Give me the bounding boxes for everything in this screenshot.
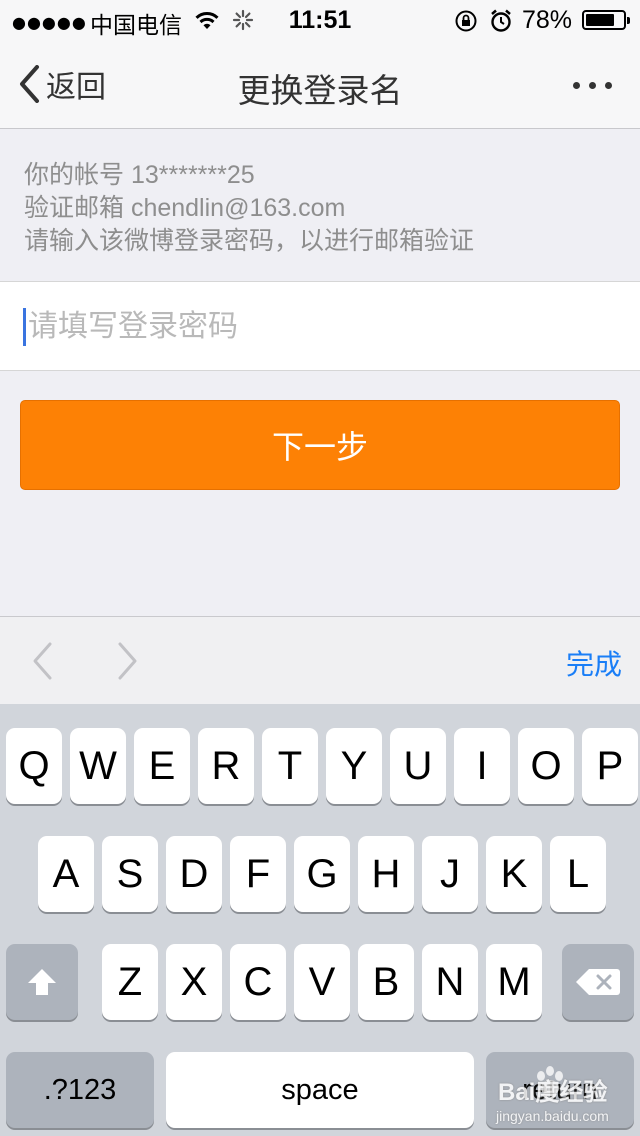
more-options-button[interactable] bbox=[560, 70, 624, 100]
key-l[interactable]: L bbox=[550, 836, 606, 912]
page-title: 更换登录名 bbox=[237, 71, 403, 110]
password-input[interactable] bbox=[24, 282, 618, 370]
key-w[interactable]: W bbox=[70, 728, 126, 804]
key-o[interactable]: O bbox=[518, 728, 574, 804]
key-n[interactable]: N bbox=[422, 944, 478, 1020]
key-t[interactable]: T bbox=[262, 728, 318, 804]
next-step-button[interactable]: 下一步 bbox=[20, 400, 620, 490]
chevron-right-icon[interactable] bbox=[116, 641, 140, 681]
ellipsis-icon bbox=[572, 81, 580, 89]
key-x[interactable]: X bbox=[166, 944, 222, 1020]
account-number-text: 你的帐号 13*******25 bbox=[24, 161, 255, 189]
keyboard-accessory-bar: 完成 bbox=[0, 616, 640, 705]
delete-key[interactable] bbox=[562, 944, 634, 1020]
text-cursor bbox=[23, 308, 26, 346]
key-k[interactable]: K bbox=[486, 836, 542, 912]
chevron-left-icon[interactable] bbox=[30, 641, 54, 681]
alarm-icon bbox=[491, 9, 511, 32]
battery-level-fill bbox=[586, 14, 614, 26]
verification-email-text: 验证邮箱 chendlin@163.com bbox=[24, 194, 346, 222]
shift-key[interactable] bbox=[6, 944, 78, 1020]
key-c[interactable]: C bbox=[230, 944, 286, 1020]
key-s[interactable]: S bbox=[102, 836, 158, 912]
key-b[interactable]: B bbox=[358, 944, 414, 1020]
key-f[interactable]: F bbox=[230, 836, 286, 912]
key-m[interactable]: M bbox=[486, 944, 542, 1020]
key-a[interactable]: A bbox=[38, 836, 94, 912]
navigation-bar: 返回 更换登录名 bbox=[0, 40, 640, 129]
key-j[interactable]: J bbox=[422, 836, 478, 912]
key-v[interactable]: V bbox=[294, 944, 350, 1020]
rotation-lock-icon bbox=[455, 10, 477, 32]
space-key[interactable]: space bbox=[166, 1052, 474, 1128]
key-g[interactable]: G bbox=[294, 836, 350, 912]
key-u[interactable]: U bbox=[390, 728, 446, 804]
instruction-text: 请输入该微博登录密码，以进行邮箱验证 bbox=[24, 227, 475, 255]
status-bar: ●●●●● 中国电信 11:51 78% bbox=[0, 0, 640, 40]
key-h[interactable]: H bbox=[358, 836, 414, 912]
key-p[interactable]: P bbox=[582, 728, 638, 804]
key-e[interactable]: E bbox=[134, 728, 190, 804]
battery-icon bbox=[582, 10, 630, 30]
battery-percentage: 78% bbox=[522, 6, 573, 34]
key-d[interactable]: D bbox=[166, 836, 222, 912]
watermark-url: jingyan.baidu.com bbox=[496, 1108, 609, 1124]
numbers-key[interactable]: .?123 bbox=[6, 1052, 154, 1128]
backspace-icon bbox=[576, 969, 620, 995]
done-button[interactable]: 完成 bbox=[566, 643, 622, 683]
password-field-row bbox=[0, 281, 640, 371]
watermark-brand: Bai度经验 bbox=[498, 1079, 608, 1106]
key-q[interactable]: Q bbox=[6, 728, 62, 804]
key-i[interactable]: I bbox=[454, 728, 510, 804]
key-r[interactable]: R bbox=[198, 728, 254, 804]
shift-arrow-icon bbox=[28, 969, 56, 995]
key-y[interactable]: Y bbox=[326, 728, 382, 804]
baidu-jingyan-watermark: Bai度经验 jingyan.baidu.com bbox=[496, 1060, 636, 1132]
key-z[interactable]: Z bbox=[102, 944, 158, 1020]
